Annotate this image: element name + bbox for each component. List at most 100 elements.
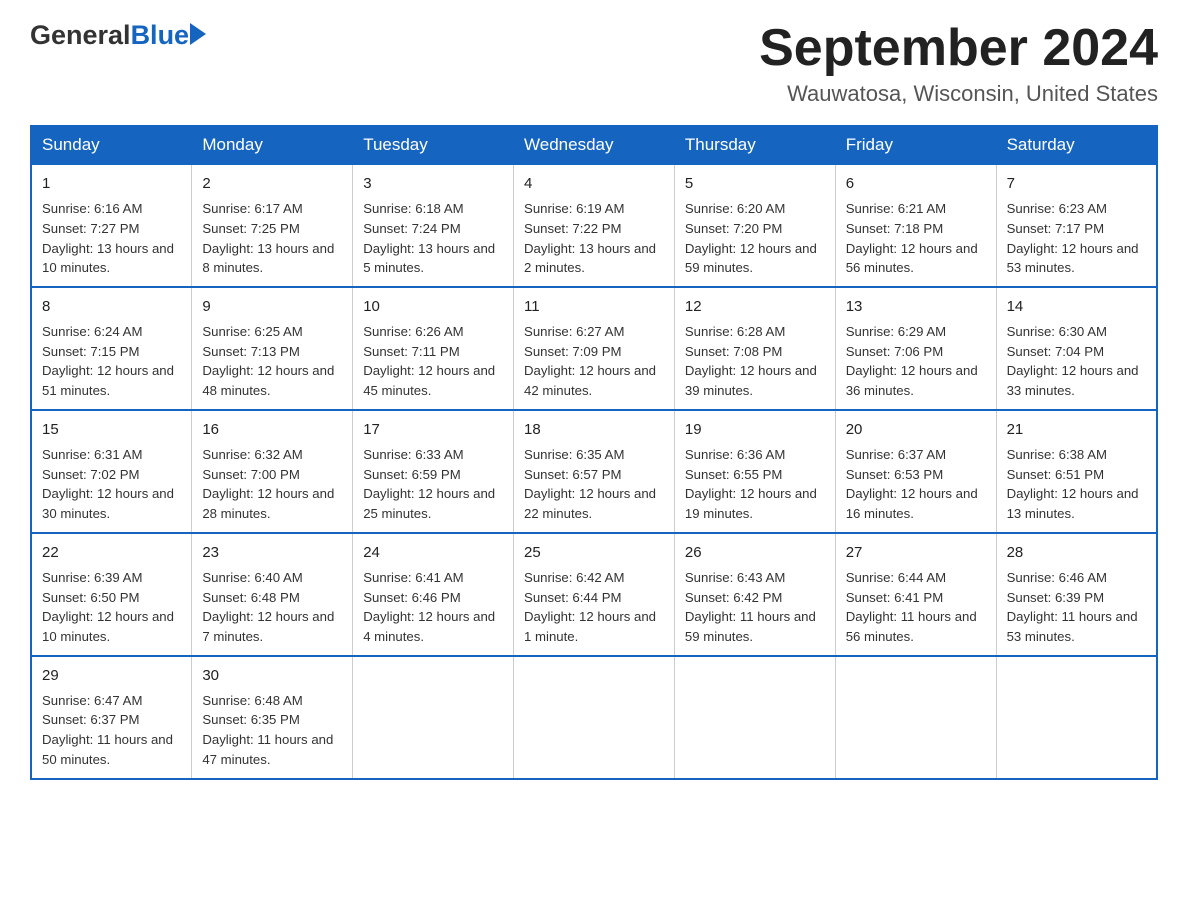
day-info: Sunrise: 6:17 AM Sunset: 7:25 PM Dayligh… <box>202 199 342 278</box>
col-header-monday: Monday <box>192 126 353 164</box>
day-number: 14 <box>1007 296 1146 318</box>
calendar-week-row: 29 Sunrise: 6:47 AM Sunset: 6:37 PM Dayl… <box>31 656 1157 779</box>
day-number: 5 <box>685 173 825 195</box>
calendar-cell: 20 Sunrise: 6:37 AM Sunset: 6:53 PM Dayl… <box>835 410 996 533</box>
day-number: 25 <box>524 542 664 564</box>
calendar-week-row: 15 Sunrise: 6:31 AM Sunset: 7:02 PM Dayl… <box>31 410 1157 533</box>
day-number: 1 <box>42 173 181 195</box>
day-number: 24 <box>363 542 503 564</box>
calendar-cell: 12 Sunrise: 6:28 AM Sunset: 7:08 PM Dayl… <box>674 287 835 410</box>
calendar-cell: 17 Sunrise: 6:33 AM Sunset: 6:59 PM Dayl… <box>353 410 514 533</box>
day-info: Sunrise: 6:33 AM Sunset: 6:59 PM Dayligh… <box>363 445 503 524</box>
day-info: Sunrise: 6:23 AM Sunset: 7:17 PM Dayligh… <box>1007 199 1146 278</box>
day-info: Sunrise: 6:27 AM Sunset: 7:09 PM Dayligh… <box>524 322 664 401</box>
calendar-cell <box>514 656 675 779</box>
day-number: 10 <box>363 296 503 318</box>
day-number: 21 <box>1007 419 1146 441</box>
day-number: 15 <box>42 419 181 441</box>
calendar-cell: 5 Sunrise: 6:20 AM Sunset: 7:20 PM Dayli… <box>674 164 835 287</box>
day-number: 4 <box>524 173 664 195</box>
logo-blue-label: Blue <box>131 20 190 51</box>
calendar-cell: 22 Sunrise: 6:39 AM Sunset: 6:50 PM Dayl… <box>31 533 192 656</box>
calendar-cell: 2 Sunrise: 6:17 AM Sunset: 7:25 PM Dayli… <box>192 164 353 287</box>
day-info: Sunrise: 6:32 AM Sunset: 7:00 PM Dayligh… <box>202 445 342 524</box>
day-number: 20 <box>846 419 986 441</box>
calendar-cell <box>674 656 835 779</box>
calendar-cell: 26 Sunrise: 6:43 AM Sunset: 6:42 PM Dayl… <box>674 533 835 656</box>
calendar-week-row: 8 Sunrise: 6:24 AM Sunset: 7:15 PM Dayli… <box>31 287 1157 410</box>
calendar-week-row: 1 Sunrise: 6:16 AM Sunset: 7:27 PM Dayli… <box>31 164 1157 287</box>
day-info: Sunrise: 6:37 AM Sunset: 6:53 PM Dayligh… <box>846 445 986 524</box>
calendar-cell: 15 Sunrise: 6:31 AM Sunset: 7:02 PM Dayl… <box>31 410 192 533</box>
calendar-cell: 27 Sunrise: 6:44 AM Sunset: 6:41 PM Dayl… <box>835 533 996 656</box>
calendar-header-row: SundayMondayTuesdayWednesdayThursdayFrid… <box>31 126 1157 164</box>
calendar-cell <box>835 656 996 779</box>
calendar-week-row: 22 Sunrise: 6:39 AM Sunset: 6:50 PM Dayl… <box>31 533 1157 656</box>
day-info: Sunrise: 6:31 AM Sunset: 7:02 PM Dayligh… <box>42 445 181 524</box>
calendar-cell: 6 Sunrise: 6:21 AM Sunset: 7:18 PM Dayli… <box>835 164 996 287</box>
day-info: Sunrise: 6:41 AM Sunset: 6:46 PM Dayligh… <box>363 568 503 647</box>
col-header-tuesday: Tuesday <box>353 126 514 164</box>
calendar-cell <box>353 656 514 779</box>
logo: General Blue <box>30 20 206 51</box>
calendar-cell: 16 Sunrise: 6:32 AM Sunset: 7:00 PM Dayl… <box>192 410 353 533</box>
day-number: 22 <box>42 542 181 564</box>
logo-general-text: General <box>30 20 131 51</box>
day-number: 9 <box>202 296 342 318</box>
day-number: 11 <box>524 296 664 318</box>
day-info: Sunrise: 6:18 AM Sunset: 7:24 PM Dayligh… <box>363 199 503 278</box>
day-info: Sunrise: 6:24 AM Sunset: 7:15 PM Dayligh… <box>42 322 181 401</box>
page-header: General Blue September 2024 Wauwatosa, W… <box>30 20 1158 107</box>
calendar-cell: 1 Sunrise: 6:16 AM Sunset: 7:27 PM Dayli… <box>31 164 192 287</box>
calendar-table: SundayMondayTuesdayWednesdayThursdayFrid… <box>30 125 1158 780</box>
calendar-cell: 7 Sunrise: 6:23 AM Sunset: 7:17 PM Dayli… <box>996 164 1157 287</box>
location-title: Wauwatosa, Wisconsin, United States <box>759 81 1158 107</box>
logo-blue-text: Blue <box>131 20 207 51</box>
calendar-cell: 9 Sunrise: 6:25 AM Sunset: 7:13 PM Dayli… <box>192 287 353 410</box>
day-number: 30 <box>202 665 342 687</box>
col-header-sunday: Sunday <box>31 126 192 164</box>
calendar-cell: 25 Sunrise: 6:42 AM Sunset: 6:44 PM Dayl… <box>514 533 675 656</box>
day-info: Sunrise: 6:38 AM Sunset: 6:51 PM Dayligh… <box>1007 445 1146 524</box>
day-info: Sunrise: 6:48 AM Sunset: 6:35 PM Dayligh… <box>202 691 342 770</box>
day-info: Sunrise: 6:20 AM Sunset: 7:20 PM Dayligh… <box>685 199 825 278</box>
day-number: 18 <box>524 419 664 441</box>
logo-triangle-icon <box>190 23 206 45</box>
calendar-cell: 18 Sunrise: 6:35 AM Sunset: 6:57 PM Dayl… <box>514 410 675 533</box>
day-info: Sunrise: 6:19 AM Sunset: 7:22 PM Dayligh… <box>524 199 664 278</box>
day-info: Sunrise: 6:35 AM Sunset: 6:57 PM Dayligh… <box>524 445 664 524</box>
day-info: Sunrise: 6:44 AM Sunset: 6:41 PM Dayligh… <box>846 568 986 647</box>
calendar-cell: 24 Sunrise: 6:41 AM Sunset: 6:46 PM Dayl… <box>353 533 514 656</box>
day-number: 29 <box>42 665 181 687</box>
day-number: 2 <box>202 173 342 195</box>
day-number: 16 <box>202 419 342 441</box>
calendar-cell: 19 Sunrise: 6:36 AM Sunset: 6:55 PM Dayl… <box>674 410 835 533</box>
day-number: 26 <box>685 542 825 564</box>
calendar-cell: 30 Sunrise: 6:48 AM Sunset: 6:35 PM Dayl… <box>192 656 353 779</box>
calendar-cell: 8 Sunrise: 6:24 AM Sunset: 7:15 PM Dayli… <box>31 287 192 410</box>
month-title: September 2024 <box>759 20 1158 77</box>
day-info: Sunrise: 6:29 AM Sunset: 7:06 PM Dayligh… <box>846 322 986 401</box>
day-info: Sunrise: 6:39 AM Sunset: 6:50 PM Dayligh… <box>42 568 181 647</box>
calendar-cell: 11 Sunrise: 6:27 AM Sunset: 7:09 PM Dayl… <box>514 287 675 410</box>
day-info: Sunrise: 6:26 AM Sunset: 7:11 PM Dayligh… <box>363 322 503 401</box>
day-info: Sunrise: 6:21 AM Sunset: 7:18 PM Dayligh… <box>846 199 986 278</box>
day-number: 3 <box>363 173 503 195</box>
day-number: 6 <box>846 173 986 195</box>
calendar-cell: 14 Sunrise: 6:30 AM Sunset: 7:04 PM Dayl… <box>996 287 1157 410</box>
day-info: Sunrise: 6:36 AM Sunset: 6:55 PM Dayligh… <box>685 445 825 524</box>
day-number: 12 <box>685 296 825 318</box>
col-header-friday: Friday <box>835 126 996 164</box>
day-number: 27 <box>846 542 986 564</box>
day-number: 23 <box>202 542 342 564</box>
day-number: 13 <box>846 296 986 318</box>
col-header-saturday: Saturday <box>996 126 1157 164</box>
day-info: Sunrise: 6:46 AM Sunset: 6:39 PM Dayligh… <box>1007 568 1146 647</box>
calendar-cell: 13 Sunrise: 6:29 AM Sunset: 7:06 PM Dayl… <box>835 287 996 410</box>
day-info: Sunrise: 6:16 AM Sunset: 7:27 PM Dayligh… <box>42 199 181 278</box>
day-number: 17 <box>363 419 503 441</box>
title-area: September 2024 Wauwatosa, Wisconsin, Uni… <box>759 20 1158 107</box>
calendar-cell: 3 Sunrise: 6:18 AM Sunset: 7:24 PM Dayli… <box>353 164 514 287</box>
day-number: 8 <box>42 296 181 318</box>
calendar-cell: 10 Sunrise: 6:26 AM Sunset: 7:11 PM Dayl… <box>353 287 514 410</box>
